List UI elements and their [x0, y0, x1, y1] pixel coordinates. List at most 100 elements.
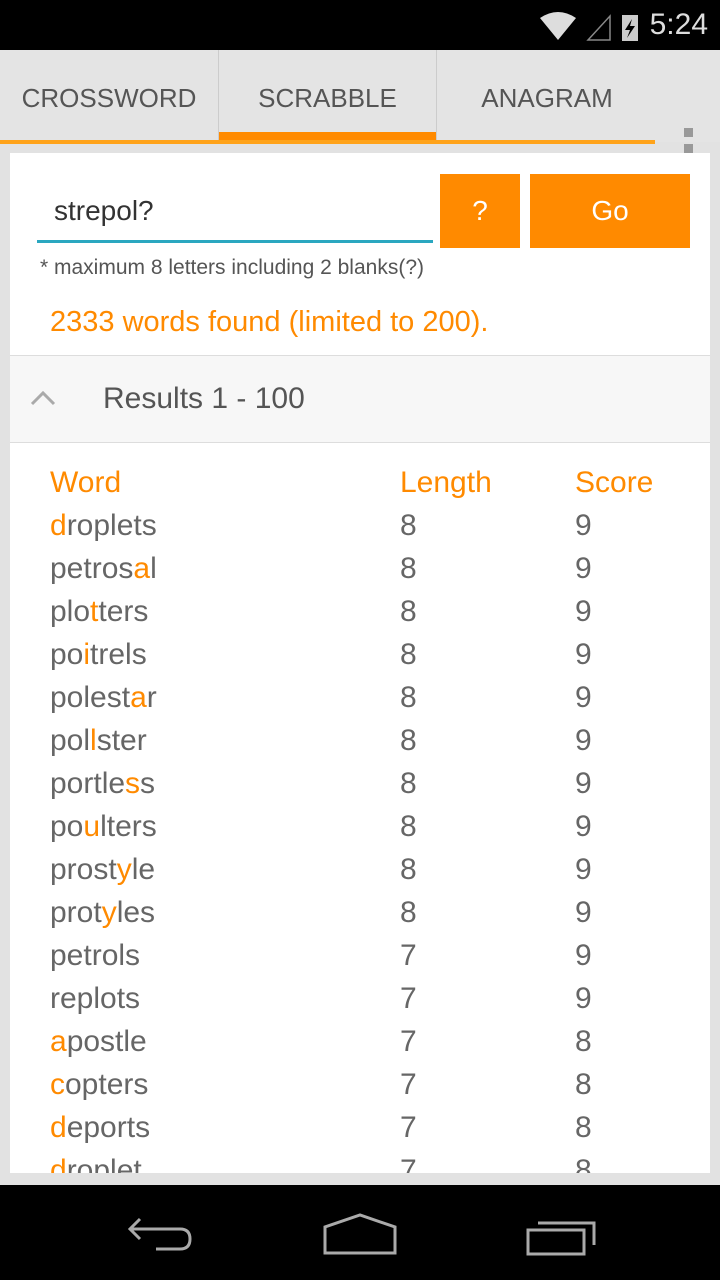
word-part: l [150, 552, 157, 585]
signal-icon [586, 14, 611, 41]
length-cell: 8 [400, 896, 417, 929]
word-part: r [146, 681, 157, 714]
word-part: portle [50, 767, 126, 800]
score-cell: 8 [575, 1111, 592, 1144]
length-cell: 7 [400, 982, 417, 1015]
score-cell: 9 [575, 509, 592, 542]
table-row[interactable]: polestar 8 9 [10, 681, 710, 724]
help-button[interactable]: ? [440, 174, 520, 248]
word-part: po [50, 810, 84, 843]
tab-bar: CROSSWORD SCRABBLE ANAGRAM [0, 50, 720, 169]
status-bar: 5:24 [0, 0, 720, 50]
blank-letter: y [101, 896, 117, 929]
selected-tab-indicator [219, 132, 436, 140]
table-row[interactable]: replots 7 9 [10, 982, 710, 1025]
word-part: le [131, 853, 156, 886]
score-cell: 9 [575, 767, 592, 800]
blank-letter: s [125, 767, 141, 800]
length-cell: 8 [400, 638, 417, 671]
word-part: opters [65, 1068, 149, 1101]
word-part: ters [98, 595, 149, 628]
results-title: Results 1 - 100 [103, 382, 305, 415]
length-cell: 8 [400, 853, 417, 886]
word-cell: poulters [50, 810, 157, 844]
score-cell: 9 [575, 552, 592, 585]
word-part: les [116, 896, 156, 929]
word-part: po [50, 638, 84, 671]
go-button[interactable]: Go [530, 174, 690, 248]
word-part: roplets [66, 509, 157, 542]
word-part: plo [50, 595, 91, 628]
word-cell: apostle [50, 1025, 147, 1059]
length-cell: 7 [400, 1025, 417, 1058]
table-row[interactable]: petrosal 8 9 [10, 552, 710, 595]
length-cell: 7 [400, 1154, 417, 1173]
blank-letter: d [50, 1111, 67, 1144]
tab-scrabble[interactable]: SCRABBLE [219, 50, 437, 142]
wifi-icon [540, 12, 638, 41]
word-cell: pollster [50, 724, 147, 758]
score-cell: 9 [575, 724, 592, 757]
blank-letter: d [50, 1154, 67, 1173]
table-row[interactable]: copters 7 8 [10, 1068, 710, 1111]
back-icon[interactable] [126, 1215, 196, 1255]
length-cell: 7 [400, 939, 417, 972]
length-cell: 8 [400, 552, 417, 585]
tab-crossword[interactable]: CROSSWORD [0, 50, 219, 142]
blank-letter: a [130, 681, 147, 714]
word-cell: portless [50, 767, 155, 801]
word-cell: droplet [50, 1154, 142, 1173]
word-part: ster [96, 724, 147, 757]
table-row[interactable]: poitrels 8 9 [10, 638, 710, 681]
blank-letter: d [50, 509, 67, 542]
length-cell: 8 [400, 767, 417, 800]
home-icon[interactable] [323, 1213, 397, 1255]
length-cell: 8 [400, 810, 417, 843]
word-part: polest [50, 681, 131, 714]
table-row[interactable]: poulters 8 9 [10, 810, 710, 853]
results-header[interactable]: Results 1 - 100 [10, 355, 710, 443]
table-row[interactable]: portless 8 9 [10, 767, 710, 810]
word-cell: prostyle [50, 853, 155, 887]
table-row[interactable]: apostle 7 8 [10, 1025, 710, 1068]
score-cell: 9 [575, 896, 592, 929]
blank-letter: c [50, 1068, 65, 1101]
search-input[interactable]: strepol? [37, 169, 433, 243]
results-count: 2333 words found (limited to 200). [50, 306, 489, 338]
length-cell: 7 [400, 1068, 417, 1101]
column-score: Score [575, 466, 654, 499]
input-hint: * maximum 8 letters including 2 blanks(?… [40, 256, 424, 279]
word-cell: plotters [50, 595, 148, 629]
score-cell: 9 [575, 638, 592, 671]
score-cell: 9 [575, 853, 592, 886]
length-cell: 7 [400, 1111, 417, 1144]
table-row[interactable]: prostyle 8 9 [10, 853, 710, 896]
table-row[interactable]: petrols 7 9 [10, 939, 710, 982]
word-cell: poitrels [50, 638, 147, 672]
word-part: replots [50, 982, 141, 1015]
clock: 5:24 [649, 8, 708, 41]
score-cell: 9 [575, 810, 592, 843]
tab-underline [0, 140, 655, 144]
word-part: petrols [50, 939, 141, 972]
word-part: roplet [66, 1154, 142, 1173]
length-cell: 8 [400, 681, 417, 714]
column-length: Length [400, 466, 492, 499]
table-row[interactable]: plotters 8 9 [10, 595, 710, 638]
score-cell: 8 [575, 1025, 592, 1058]
score-cell: 8 [575, 1154, 592, 1173]
word-part: prot [50, 896, 102, 929]
table-row[interactable]: droplets 8 9 [10, 509, 710, 552]
table-row[interactable]: droplet 7 8 [10, 1154, 710, 1173]
word-cell: petrols [50, 939, 140, 973]
table-row[interactable]: protyles 8 9 [10, 896, 710, 939]
table-row[interactable]: pollster 8 9 [10, 724, 710, 767]
recent-apps-icon[interactable] [526, 1217, 598, 1257]
blank-letter: y [116, 853, 132, 886]
blank-letter: a [133, 552, 151, 585]
table-row[interactable]: deports 7 8 [10, 1111, 710, 1154]
tab-anagram[interactable]: ANAGRAM [437, 50, 657, 142]
column-word: Word [50, 466, 122, 499]
word-part: pol [50, 724, 91, 757]
score-cell: 9 [575, 595, 592, 628]
